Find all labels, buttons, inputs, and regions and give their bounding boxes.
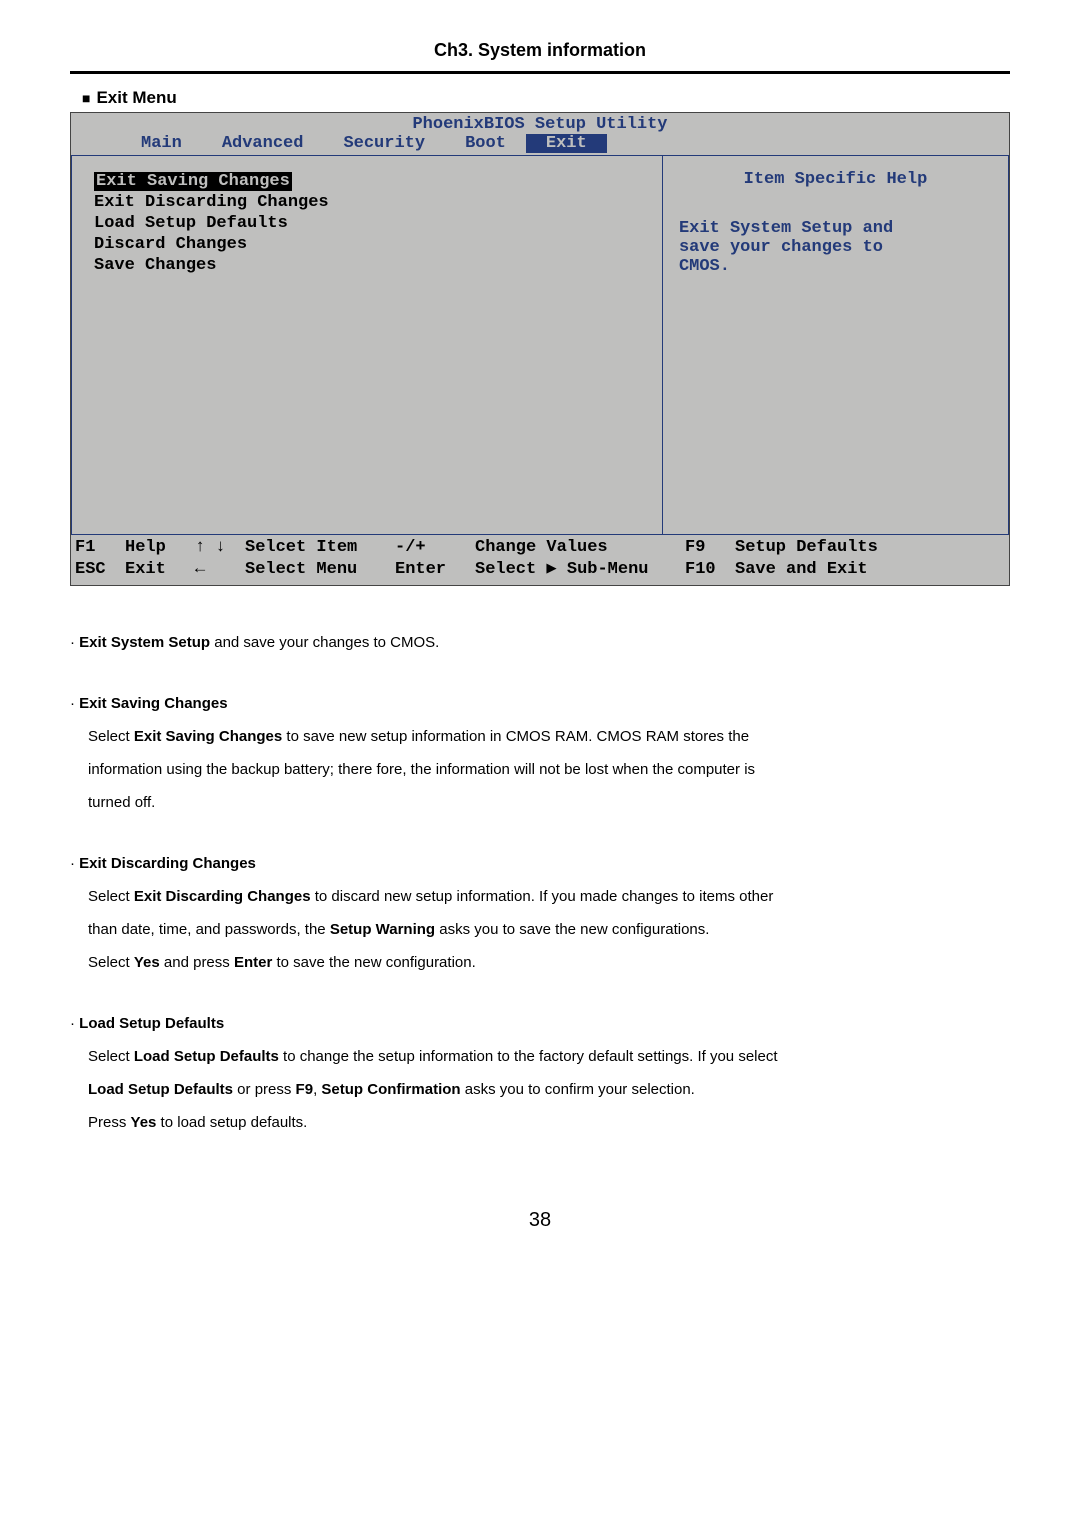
bios-body: Exit Saving Changes Exit Discarding Chan… <box>71 155 1009 535</box>
para-discard-2: than date, time, and passwords, the Setu… <box>88 913 1010 946</box>
heading-exit-discarding: · Exit Discarding Changes <box>70 847 1010 880</box>
tab-advanced[interactable]: Advanced <box>202 134 324 153</box>
label-help: Help <box>125 537 195 559</box>
para-exit-system-setup: · Exit System Setup and save your change… <box>70 626 1010 659</box>
help-text-1: Exit System Setup and <box>679 219 992 238</box>
menu-discard-changes[interactable]: Discard Changes <box>94 235 646 254</box>
key-f1: F1 <box>75 537 125 559</box>
label-select-item: Selcet Item <box>245 537 395 559</box>
bios-title: PhoenixBIOS Setup Utility <box>71 113 1009 134</box>
help-title: Item Specific Help <box>679 170 992 189</box>
label-change-values: Change Values <box>475 537 685 559</box>
label-select-menu: Select Menu <box>245 559 395 581</box>
page-number: 38 <box>70 1209 1010 1232</box>
para-saving-3: turned off. <box>88 786 1010 819</box>
square-bullet-icon: ■ <box>82 90 90 106</box>
label-enter: Enter <box>395 559 475 581</box>
para-load-2: Load Setup Defaults or press F9, Setup C… <box>88 1073 1010 1106</box>
label-select-submenu: Select ▶ Sub-Menu <box>475 559 685 581</box>
para-load-3: Press Yes to load setup defaults. <box>88 1106 1010 1139</box>
bios-help-panel: Item Specific Help Exit System Setup and… <box>662 155 1009 535</box>
menu-exit-saving[interactable]: Exit Saving Changes <box>94 172 292 191</box>
para-load-1: Select Load Setup Defaults to change the… <box>88 1040 1010 1073</box>
rule <box>70 71 1010 74</box>
bios-menu: Exit Saving Changes Exit Discarding Chan… <box>71 155 662 535</box>
para-discard-3: Select Yes and press Enter to save the n… <box>88 946 1010 979</box>
menu-save-changes[interactable]: Save Changes <box>94 256 646 275</box>
key-f9: F9 <box>685 537 735 559</box>
tab-main[interactable]: Main <box>121 134 202 153</box>
label-setup-defaults: Setup Defaults <box>735 537 878 559</box>
help-text-3: CMOS. <box>679 257 992 276</box>
tab-exit[interactable]: Exit <box>526 134 607 153</box>
label-exit: Exit <box>125 559 195 581</box>
triangle-right-icon: ▶ <box>546 559 556 581</box>
bios-screenshot: PhoenixBIOS Setup Utility Main Advanced … <box>70 112 1010 586</box>
content-text: · Exit System Setup and save your change… <box>70 626 1010 1139</box>
help-text-2: save your changes to <box>679 238 992 257</box>
para-discard-1: Select Exit Discarding Changes to discar… <box>88 880 1010 913</box>
heading-exit-saving: · Exit Saving Changes <box>70 687 1010 720</box>
chapter-title: Ch3. System information <box>70 40 1010 71</box>
para-saving-1: Select Exit Saving Changes to save new s… <box>88 720 1010 753</box>
arrow-left-icon: ← <box>195 559 245 581</box>
key-f10: F10 <box>685 559 735 581</box>
label-minus-plus: -/+ <box>395 537 475 559</box>
section-title-text: Exit Menu <box>96 88 176 107</box>
para-saving-2: information using the backup battery; th… <box>88 753 1010 786</box>
tab-boot[interactable]: Boot <box>445 134 526 153</box>
bios-tabs: Main Advanced Security Boot Exit <box>71 134 1009 155</box>
arrows-up-down-icon: ↑ ↓ <box>195 537 245 559</box>
menu-exit-discarding[interactable]: Exit Discarding Changes <box>94 193 646 212</box>
label-save-exit: Save and Exit <box>735 559 868 581</box>
tab-security[interactable]: Security <box>323 134 445 153</box>
heading-load-defaults: · Load Setup Defaults <box>70 1007 1010 1040</box>
section-title: ■ Exit Menu <box>82 88 1010 108</box>
bios-footer: F1 Help ↑ ↓ Selcet Item -/+ Change Value… <box>71 535 1009 585</box>
key-esc: ESC <box>75 559 125 581</box>
menu-load-defaults[interactable]: Load Setup Defaults <box>94 214 646 233</box>
